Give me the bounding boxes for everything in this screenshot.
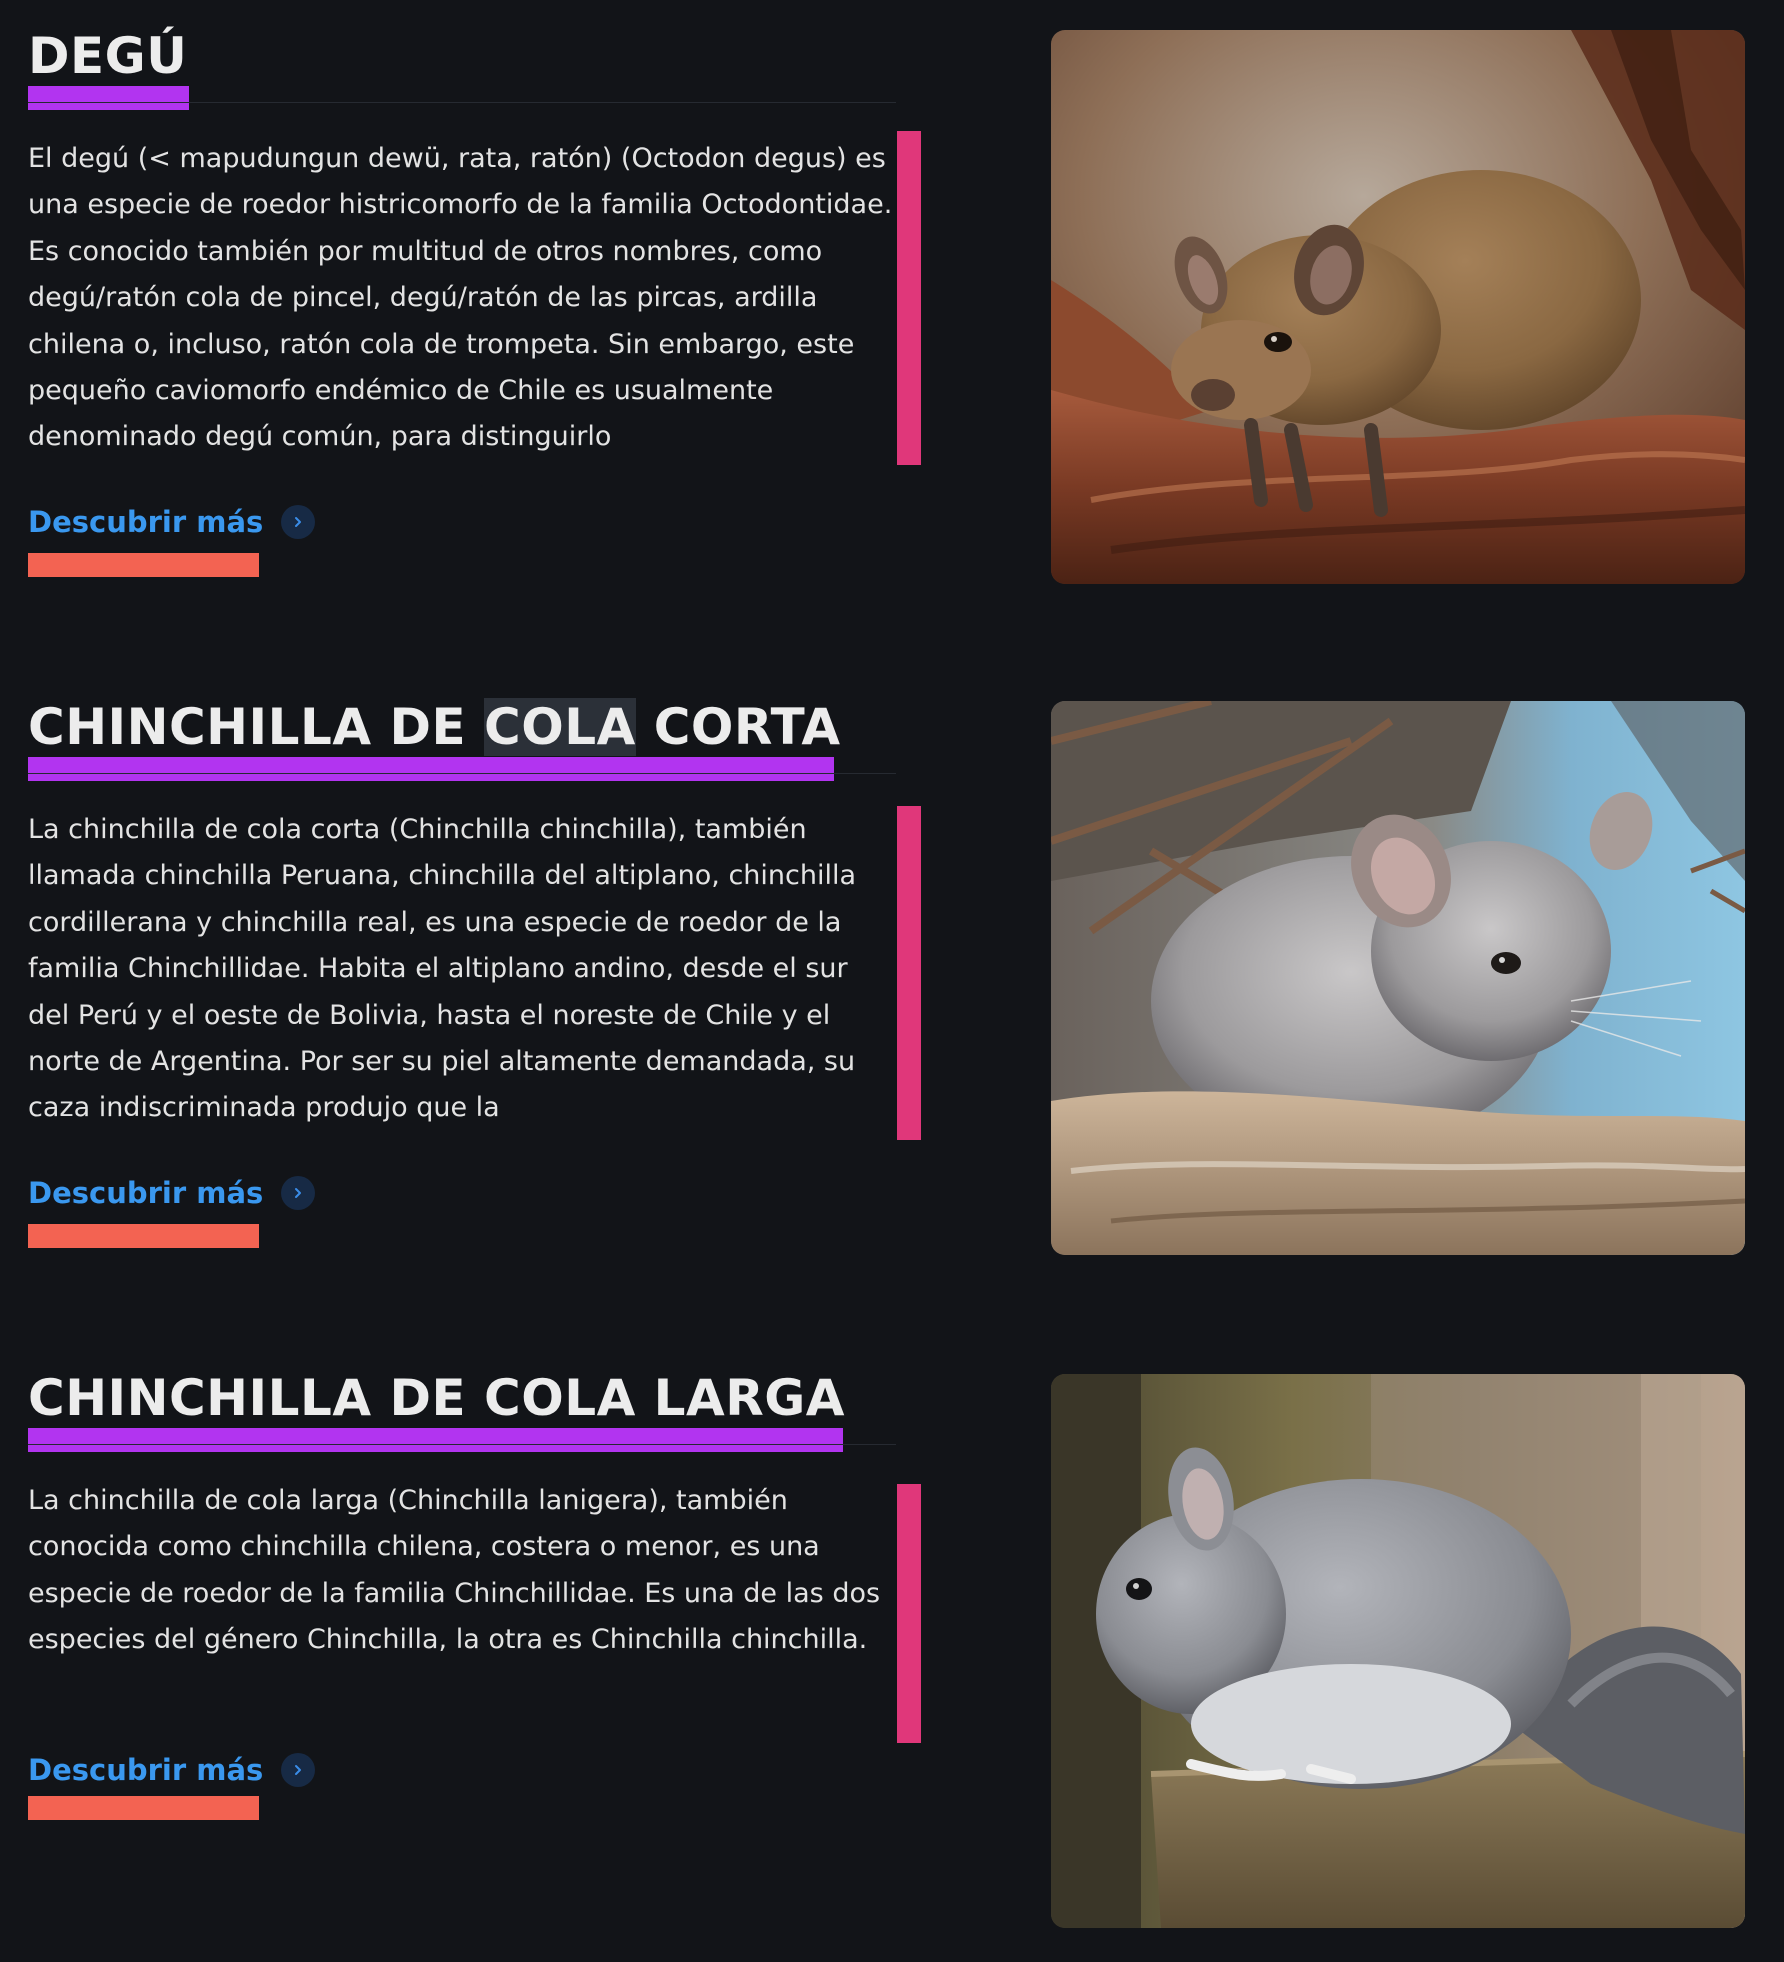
section-description: El degú (< mapudungun dewü, rata, ratón)… [28,143,893,453]
title-divider [28,102,896,103]
link-underline [28,1224,259,1248]
short-tailed-chinchilla-photo [1051,701,1745,1255]
discover-more-label: Descubrir más [28,1753,264,1787]
section-title: DEGÚ [28,27,188,85]
section-description: La chinchilla de cola corta (Chinchilla … [28,814,857,1124]
title-divider [28,773,896,774]
section-description: La chinchilla de cola larga (Chinchilla … [28,1485,881,1656]
chevron-right-icon[interactable] [281,1753,316,1787]
title-part: CORTA [635,698,841,756]
title-underline [28,1428,843,1452]
link-underline [28,1796,259,1820]
title-underline [28,86,189,110]
discover-more-link[interactable]: Descubrir más [28,1750,316,1790]
species-section-short-tailed-chinchilla: CHINCHILLA DE COLA CORTA La chinchilla d… [0,671,1784,1255]
accent-bar [897,131,921,465]
title-part-highlighted: COLA [484,698,636,756]
chevron-right-icon[interactable] [281,1176,316,1210]
chevron-right-icon[interactable] [281,505,316,539]
title-part: CHINCHILLA DE [28,698,485,756]
accent-bar [897,806,921,1140]
discover-more-link[interactable]: Descubrir más [28,502,316,542]
section-title: CHINCHILLA DE COLA LARGA [28,1369,845,1427]
section-title: CHINCHILLA DE COLA CORTA [28,691,841,763]
degu-photo [1051,30,1745,584]
link-underline [28,553,259,577]
title-divider [28,1444,896,1445]
title-underline [28,757,834,781]
discover-more-label: Descubrir más [28,505,264,539]
species-section-degu: DEGÚ El degú (< mapudungun dewü, rata, r… [0,0,1784,584]
discover-more-label: Descubrir más [28,1176,264,1210]
accent-bar [897,1484,921,1743]
long-tailed-chinchilla-photo [1051,1374,1745,1928]
species-section-long-tailed-chinchilla: CHINCHILLA DE COLA LARGA La chinchilla d… [0,1342,1784,1928]
discover-more-link[interactable]: Descubrir más [28,1173,316,1213]
